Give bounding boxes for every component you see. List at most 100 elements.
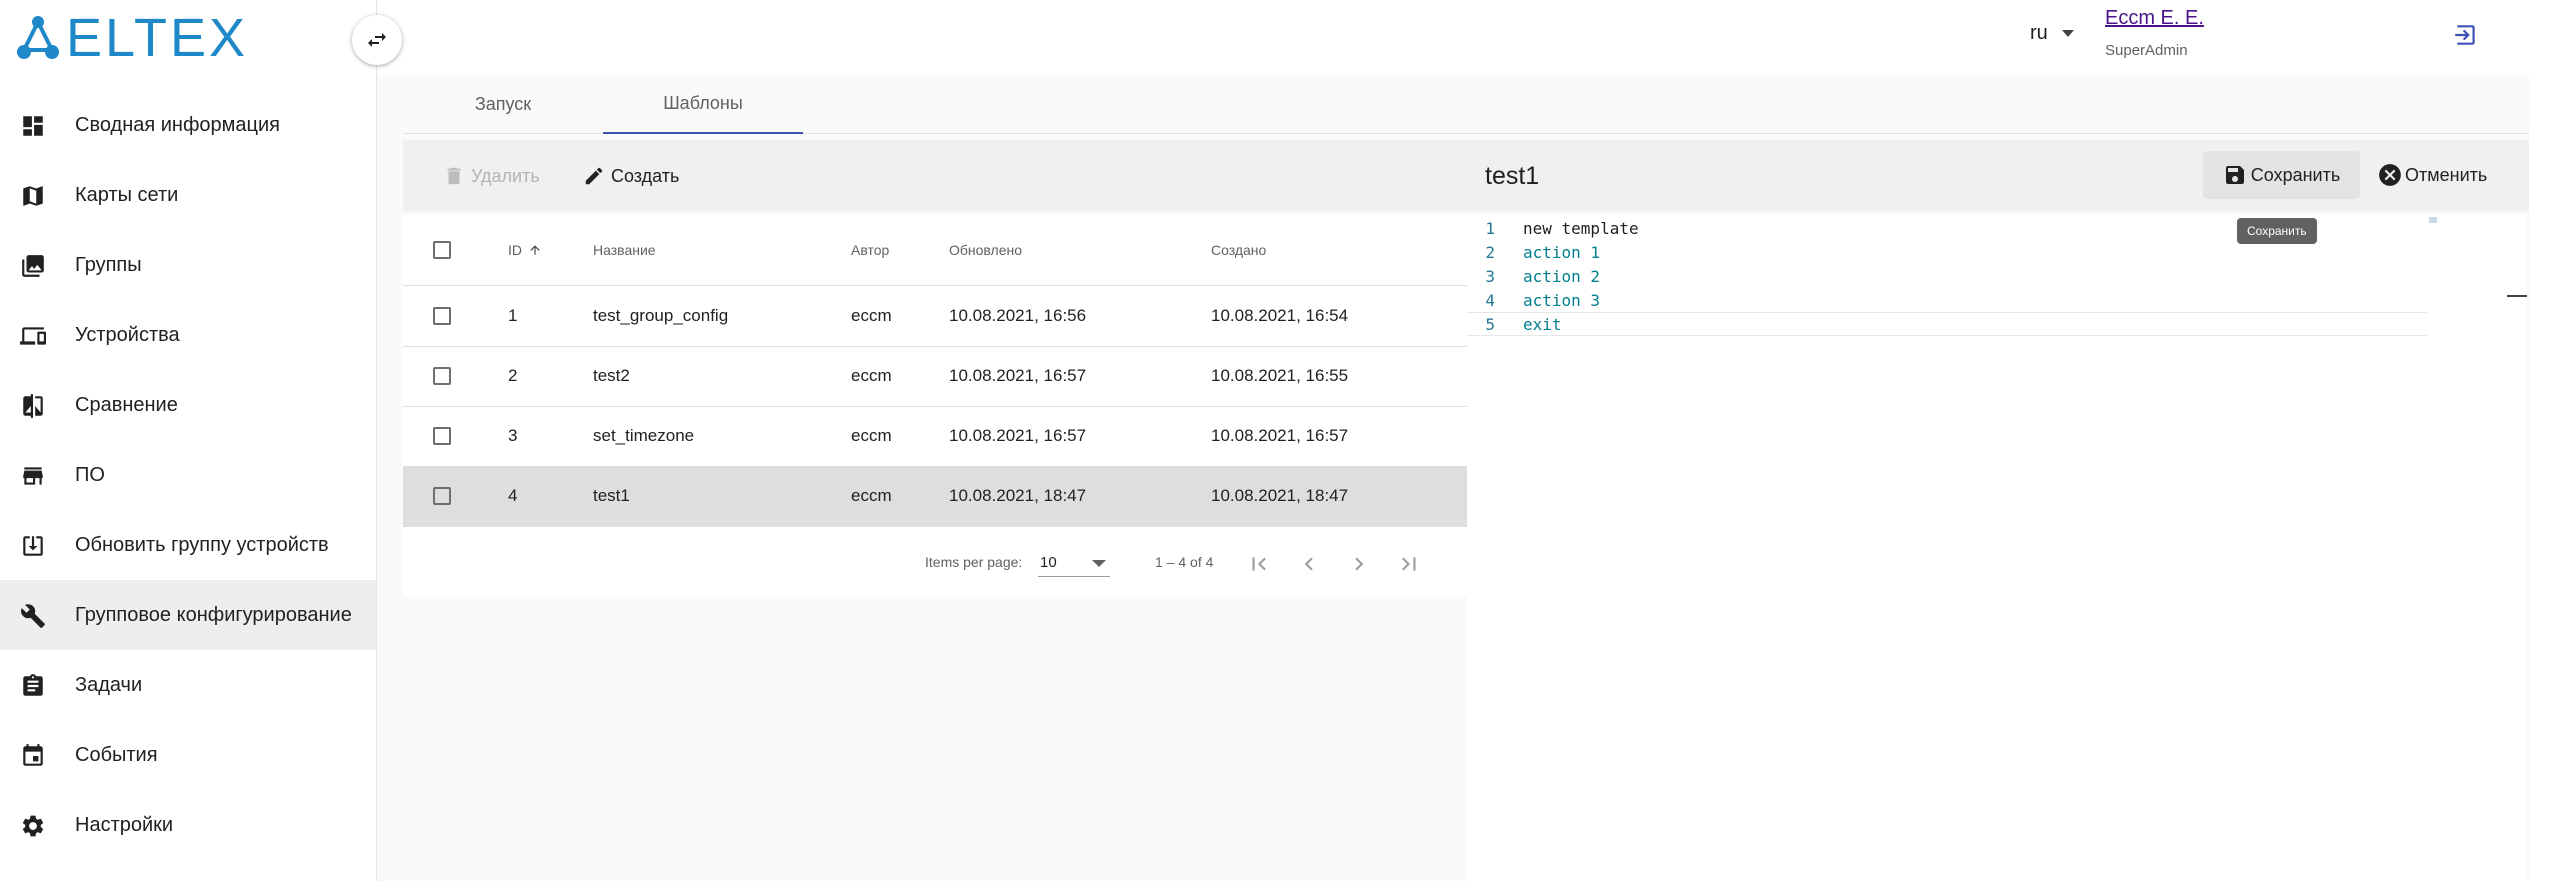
sidebar-item-summary[interactable]: Сводная информация (0, 90, 376, 160)
logout-icon[interactable] (2453, 22, 2479, 48)
chevron-right-icon (1355, 557, 1364, 571)
sidebar-nav: Сводная информация Карты сети Группы Уст… (0, 90, 376, 860)
sidebar-item-label: Задачи (75, 673, 143, 696)
user-role: SuperAdmin (2105, 42, 2188, 59)
language-select[interactable]: ru (2030, 22, 2074, 45)
column-header-id[interactable]: ID (508, 215, 542, 285)
sidebar-item-label: Обновить группу устройств (75, 533, 329, 556)
wrench-icon (21, 604, 45, 628)
line-text: action 3 (1523, 291, 1601, 310)
sidebar-item-label: Настройки (75, 813, 174, 836)
tab-bar: Запуск Шаблоны (403, 75, 2529, 134)
row-checkbox[interactable] (433, 466, 451, 526)
column-header-name[interactable]: Название (593, 215, 656, 285)
row-checkbox[interactable] (433, 286, 451, 346)
row-checkbox[interactable] (433, 346, 451, 406)
cell-id: 3 (508, 426, 518, 445)
cell-author: eccm (851, 366, 892, 385)
table-header: ID Название Автор Обновлено Создано (403, 215, 1467, 286)
overview-ruler-marker (2507, 295, 2527, 297)
column-label: ID (508, 242, 522, 258)
trash-icon (447, 167, 461, 185)
column-header-updated[interactable]: Обновлено (949, 215, 1022, 285)
sidebar-item-groups[interactable]: Группы (0, 230, 376, 300)
minimap-marker (2429, 217, 2437, 223)
sidebar-item-compare[interactable]: Сравнение (0, 370, 376, 440)
sidebar-item-settings[interactable]: Настройки (0, 790, 376, 860)
templates-table: ID Название Автор Обновлено Создано 1 te… (403, 215, 1467, 596)
column-header-created[interactable]: Создано (1211, 215, 1266, 285)
cell-name: set_timezone (593, 426, 695, 445)
chevron-down-icon (2061, 30, 2074, 37)
sidebar-item-devices[interactable]: Устройства (0, 300, 376, 370)
cell-author: eccm (851, 486, 892, 505)
line-number: 1 (1485, 219, 1495, 238)
create-button[interactable]: Создать (583, 140, 679, 212)
sidebar-item-label: Группы (75, 253, 142, 276)
select-all-checkbox[interactable] (433, 215, 451, 285)
compare-icon (23, 394, 43, 418)
eltex-logo[interactable]: ELTEX (14, 11, 248, 65)
download-box-icon (23, 536, 43, 556)
cell-author: eccm (851, 426, 892, 445)
save-button[interactable]: Сохранить (2203, 151, 2360, 199)
delete-label: Удалить (471, 165, 540, 186)
table-row[interactable]: 1 test_group_config eccm 10.08.2021, 16:… (403, 286, 1467, 347)
sidebar-item-network-maps[interactable]: Карты сети (0, 160, 376, 230)
code-line: 2 action 1 (1467, 241, 2427, 265)
sidebar-item-group-config[interactable]: Групповое конфигурирование (0, 580, 376, 650)
cell-name: test_group_config (593, 306, 729, 325)
sidebar-item-tasks[interactable]: Задачи (0, 650, 376, 720)
delete-button[interactable]: Удалить (443, 140, 540, 212)
save-tooltip: Сохранить (2237, 218, 2317, 244)
previous-page-button[interactable] (1293, 548, 1325, 580)
sidebar-item-label: События (75, 743, 158, 766)
table-row-selected[interactable]: 4 test1 eccm 10.08.2021, 18:47 10.08.202… (403, 466, 1467, 527)
code-editor[interactable]: 1 new template 2 action 1 3 action 2 4 a… (1467, 215, 2527, 881)
cancel-button[interactable]: Отменить (2377, 151, 2487, 199)
checkbox-box (433, 241, 451, 259)
next-page-button[interactable] (1343, 548, 1375, 580)
cell-created: 10.08.2021, 18:47 (1211, 486, 1349, 505)
line-text: exit (1523, 315, 1562, 334)
sidebar-item-update-group[interactable]: Обновить группу устройств (0, 510, 376, 580)
sidebar-item-label: Устройства (75, 323, 180, 346)
row-checkbox[interactable] (433, 406, 451, 466)
chevron-down-icon (1092, 560, 1106, 567)
cancel-label: Отменить (2405, 164, 2488, 185)
line-text: action 1 (1523, 243, 1601, 262)
checkbox-box (433, 427, 451, 445)
sidebar-item-label: ПО (75, 463, 105, 486)
tab-templates[interactable]: Шаблоны (603, 75, 803, 134)
toolbar: Удалить Создать test1 Сохранить Отменить (403, 140, 2529, 212)
last-page-button[interactable] (1393, 548, 1425, 580)
line-text: action 2 (1523, 267, 1601, 286)
page-range: 1 – 4 of 4 (1155, 554, 1214, 570)
cell-id: 2 (508, 366, 518, 385)
table-row[interactable]: 2 test2 eccm 10.08.2021, 16:57 10.08.202… (403, 346, 1467, 407)
cell-id: 1 (508, 306, 518, 325)
tab-run[interactable]: Запуск (403, 75, 603, 133)
dashboard-icon (23, 116, 43, 136)
page-size-select[interactable]: 10 (1038, 550, 1110, 577)
first-page-button[interactable] (1243, 548, 1275, 580)
sidebar-toggle-button[interactable] (352, 15, 402, 65)
column-header-author[interactable]: Автор (851, 215, 889, 285)
user-name-link[interactable]: Eccm E. E. (2105, 7, 2204, 30)
cell-created: 10.08.2021, 16:54 (1211, 306, 1349, 325)
devices-icon (20, 327, 46, 345)
first-page-icon (1252, 557, 1266, 571)
sidebar-item-events[interactable]: События (0, 720, 376, 790)
editor-title: test1 (1485, 162, 1540, 190)
store-icon (23, 467, 43, 485)
line-number: 4 (1485, 291, 1495, 310)
sidebar-item-software[interactable]: ПО (0, 440, 376, 510)
cell-created: 10.08.2021, 16:55 (1211, 366, 1349, 385)
language-value: ru (2030, 22, 2048, 44)
checkbox-box (433, 307, 451, 325)
pencil-icon (585, 167, 603, 185)
cell-name: test1 (593, 486, 630, 505)
swap-horizontal-icon (368, 33, 386, 47)
table-row[interactable]: 3 set_timezone eccm 10.08.2021, 16:57 10… (403, 406, 1467, 467)
line-number: 3 (1485, 267, 1495, 286)
